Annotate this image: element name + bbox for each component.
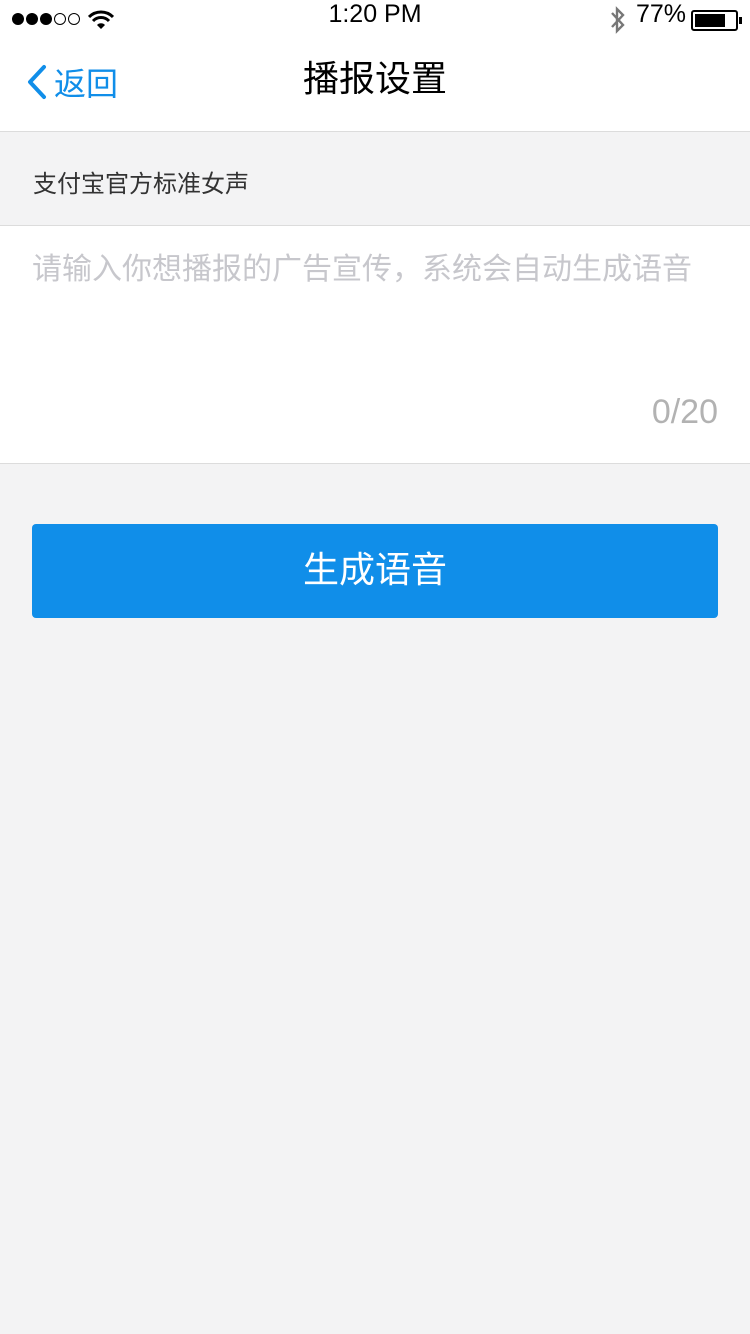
battery-icon: [691, 10, 742, 31]
navigation-bar: 返回 播报设置: [0, 40, 750, 132]
broadcast-text-panel: 0/20: [0, 225, 750, 464]
battery-percent: 77%: [636, 0, 687, 28]
generate-voice-button[interactable]: 生成语音: [32, 524, 718, 618]
status-bar: 1:20 PM 77%: [0, 0, 750, 40]
character-counter: 0/20: [651, 393, 718, 431]
bluetooth-icon: [611, 6, 625, 34]
page-title: 播报设置: [302, 59, 447, 100]
voice-type-label: 支付宝官方标准女声: [33, 170, 249, 198]
broadcast-text-input[interactable]: [32, 246, 720, 396]
